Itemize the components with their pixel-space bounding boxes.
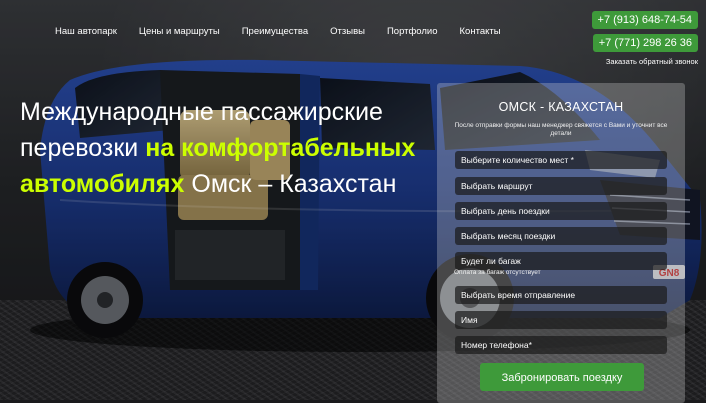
headline-line-1: Международные пассажирские [20, 98, 383, 126]
luggage-select[interactable]: Будет ли багаж [455, 252, 667, 270]
day-select[interactable]: Выбрать день поездки [455, 202, 667, 220]
nav-fleet-link[interactable]: Наш автопарк [55, 26, 117, 37]
booking-form: ОМСК - КАЗАХСТАН После отправки формы на… [437, 83, 685, 403]
nav-reviews-link[interactable]: Отзывы [330, 26, 365, 37]
book-trip-button[interactable]: Забронировать поездку [480, 363, 644, 391]
seats-select[interactable]: Выберите количество мест * [455, 151, 667, 169]
headline-line-2-highlight: на комфортабельных [145, 134, 416, 162]
hero-headline: Международные пассажирские перевозки на … [20, 94, 420, 202]
contact-block: +7 (913) 648-74-54 +7 (771) 298 26 36 За… [591, 10, 698, 66]
phone-button-2[interactable]: +7 (771) 298 26 36 [592, 34, 698, 52]
phone-button-1[interactable]: +7 (913) 648-74-54 [591, 11, 698, 29]
headline-line-3-highlight: автомобилях [20, 170, 185, 198]
nav-portfolio-link[interactable]: Портфолио [387, 26, 438, 37]
luggage-note: Оплата за багаж отсутствует [454, 269, 541, 276]
headline-line-3-plain: Омск – Казахстан [184, 170, 397, 198]
time-select[interactable]: Выбрать время отправление [455, 286, 667, 304]
main-nav: Наш автопарк Цены и маршруты Преимуществ… [55, 26, 523, 37]
month-select[interactable]: Выбрать месяц поездки [455, 227, 667, 245]
nav-advantages-link[interactable]: Преимущества [242, 26, 308, 37]
callback-link[interactable]: Заказать обратный звонок [592, 57, 698, 66]
route-select[interactable]: Выбрать маршрут [455, 177, 667, 195]
form-subtitle: После отправки формы наш менеджер свяжет… [454, 122, 668, 137]
phone-input[interactable] [455, 336, 667, 354]
nav-prices-link[interactable]: Цены и маршруты [139, 26, 220, 37]
form-title: ОМСК - КАЗАХСТАН [498, 100, 624, 114]
headline-line-2-plain: перевозки [20, 134, 146, 162]
name-input[interactable] [455, 311, 667, 329]
nav-contacts-link[interactable]: Контакты [460, 26, 501, 37]
